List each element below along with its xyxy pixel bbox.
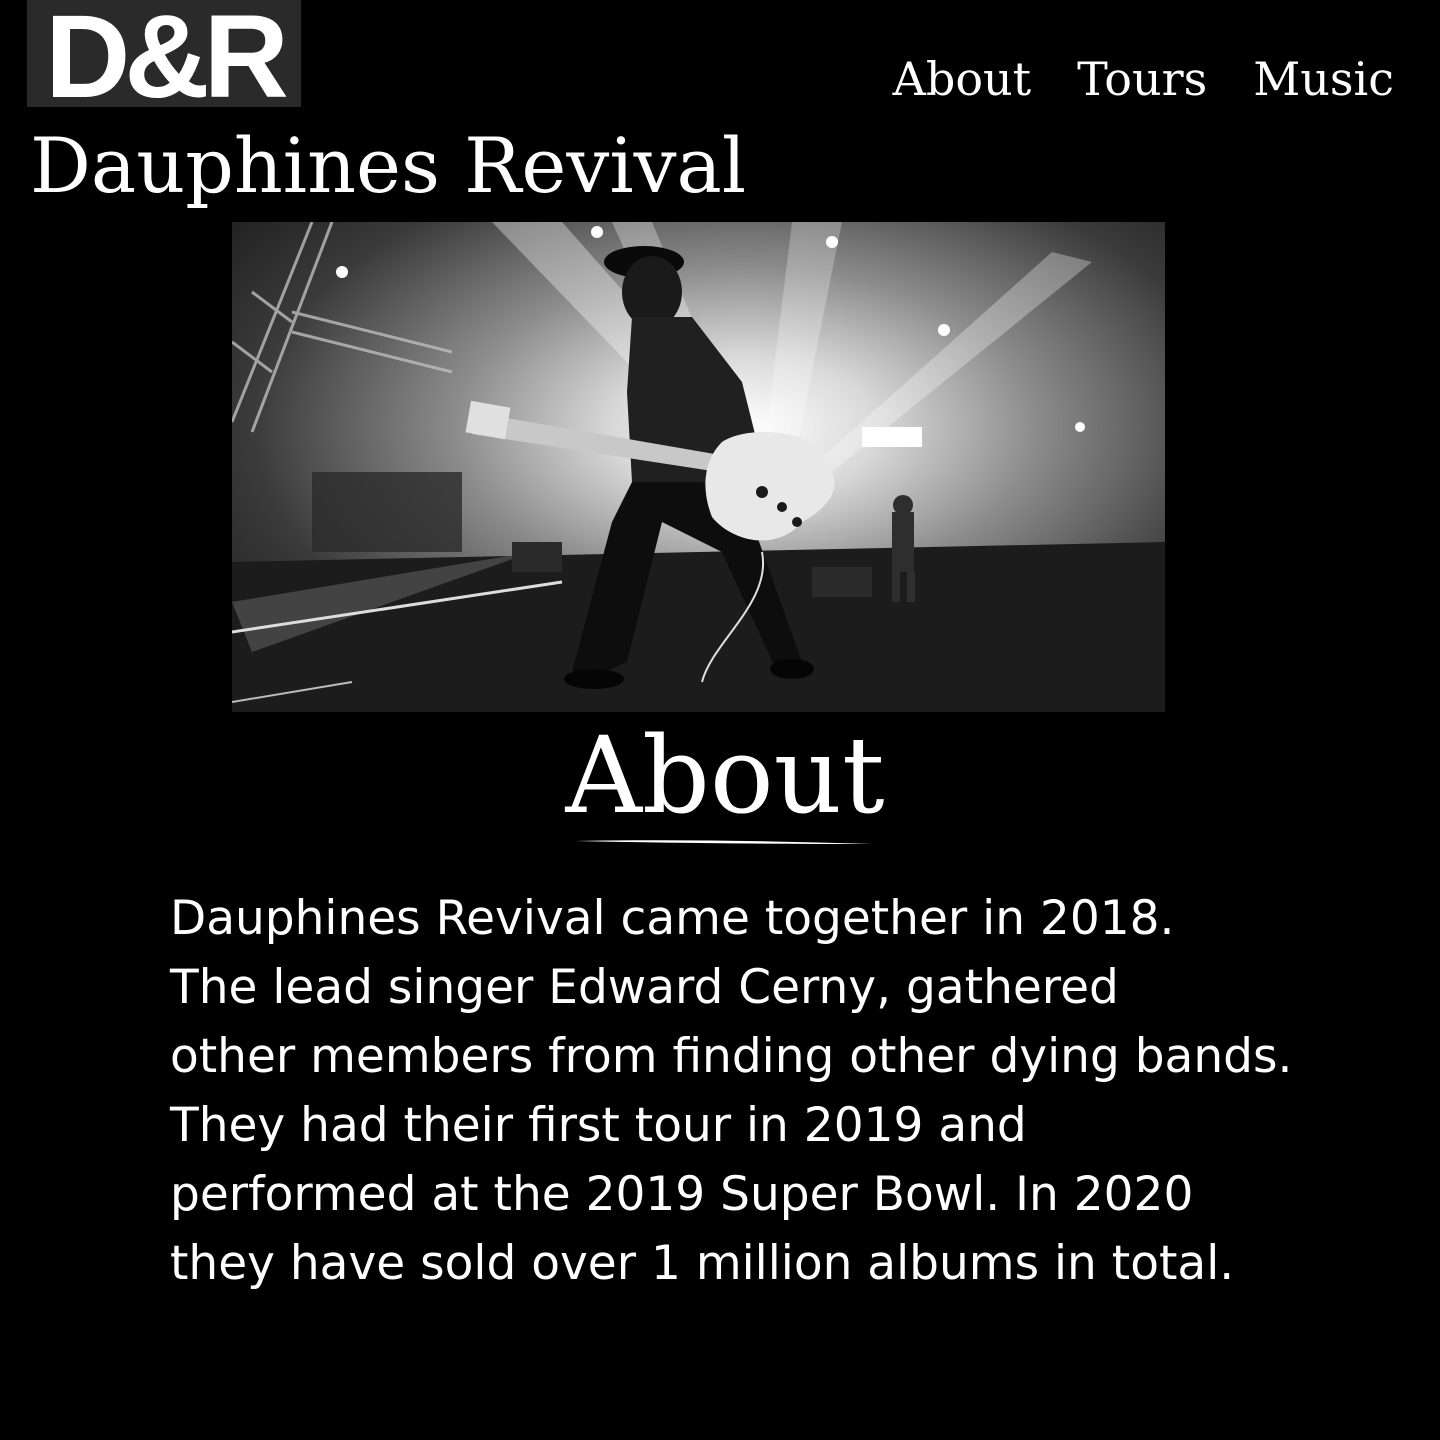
nav-link-about[interactable]: About <box>893 56 1031 102</box>
hero-image <box>232 222 1165 712</box>
logo[interactable]: D&R <box>27 0 301 107</box>
nav-link-music[interactable]: Music <box>1253 56 1394 102</box>
nav-link-tours[interactable]: Tours <box>1077 56 1207 102</box>
about-line: other members from finding other dying b… <box>170 1029 1293 1084</box>
site-title: Dauphines Revival <box>30 121 747 210</box>
concert-guitarist-photo-icon <box>232 222 1165 712</box>
logo-text: D&R <box>45 0 289 107</box>
about-line: they have sold over 1 million albums in … <box>170 1236 1235 1291</box>
about-line: performed at the 2019 Super Bowl. In 202… <box>170 1167 1194 1222</box>
about-line: They had their first tour in 2019 and <box>170 1098 1027 1153</box>
about-heading: About <box>565 714 885 837</box>
about-line: The lead singer Edward Cerny, gathered <box>170 960 1119 1015</box>
main-nav: About Tours Music <box>893 56 1394 102</box>
heading-divider <box>575 840 872 844</box>
about-paragraph: Dauphines Revival came together in 2018.… <box>170 884 1370 1298</box>
about-line: Dauphines Revival came together in 2018. <box>170 891 1175 946</box>
